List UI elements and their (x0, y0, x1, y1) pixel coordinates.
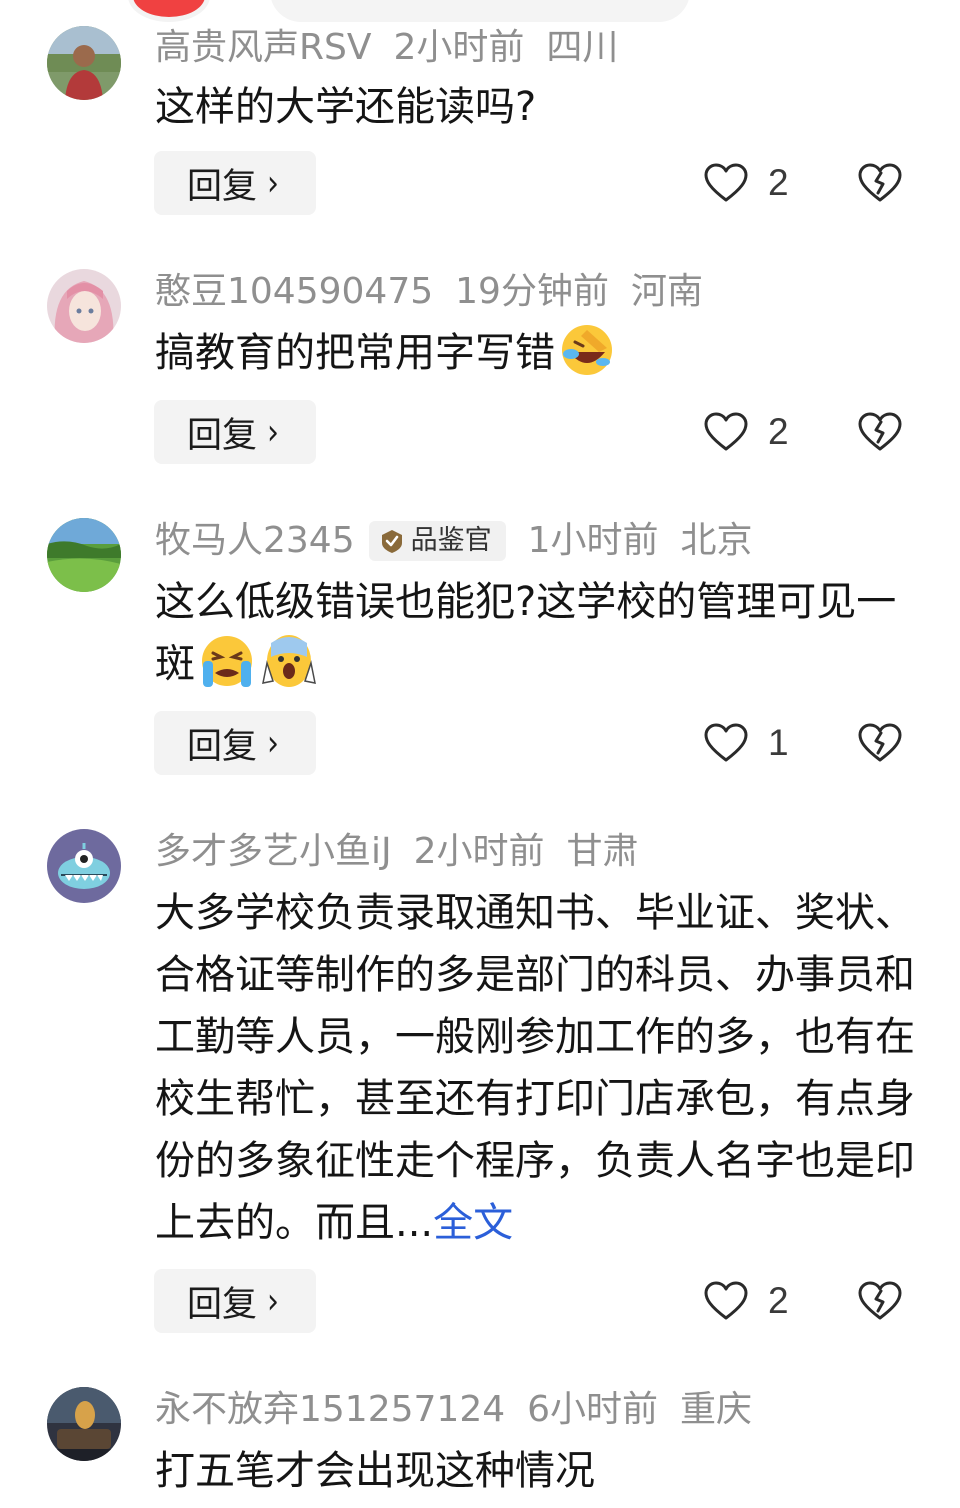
crying-emoji (197, 633, 257, 707)
like-count: 2 (768, 162, 789, 203)
heart-outline-icon (704, 163, 748, 202)
comment-text: 这么低级错误也能犯?这学校的管理可见一斑 (155, 571, 915, 707)
like-button[interactable]: 1 (704, 711, 789, 775)
broken-heart-icon (858, 163, 902, 202)
chevron-right-icon: › (267, 162, 279, 204)
avatar[interactable] (47, 518, 121, 592)
shocked-emoji (259, 633, 319, 707)
dislike-button[interactable] (858, 711, 902, 775)
comment-text: 这样的大学还能读吗? (155, 76, 915, 138)
reply-button[interactable]: 回复 › (154, 400, 316, 464)
avatar[interactable] (47, 829, 121, 903)
comment-time: 2小时前 (413, 831, 545, 872)
reply-button[interactable]: 回复 › (154, 151, 316, 215)
avatar[interactable] (47, 26, 121, 100)
comment-text: 大多学校负责录取通知书、毕业证、奖状、合格证等制作的多是部门的科员、办事员和工勤… (155, 882, 915, 1254)
heart-outline-icon (704, 1281, 748, 1320)
reply-label: 回复 (186, 415, 257, 456)
reply-label: 回复 (186, 166, 257, 207)
comment-meta: 多才多艺小鱼iJ 2小时前 甘肃 (155, 830, 639, 874)
username[interactable]: 永不放弃151257124 (155, 1388, 505, 1432)
username[interactable]: 高贵风声RSV (155, 26, 372, 70)
read-more-link[interactable]: 全文 (433, 1200, 513, 1246)
like-count: 2 (768, 411, 789, 452)
verified-badge-icon (381, 530, 402, 553)
comment-time: 1小时前 (527, 520, 659, 561)
reply-button[interactable]: 回复 › (154, 711, 316, 775)
comment-location: 四川 (546, 27, 619, 68)
like-count: 2 (768, 1280, 789, 1321)
comment-time: 2小时前 (393, 27, 525, 68)
comment-location: 甘肃 (566, 831, 639, 872)
comment-time: 6小时前 (527, 1389, 659, 1430)
username[interactable]: 憨豆104590475 (155, 270, 433, 314)
badge-label: 品鉴官 (410, 525, 492, 556)
broken-heart-icon (858, 412, 902, 451)
comment-body: 大多学校负责录取通知书、毕业证、奖状、合格证等制作的多是部门的科员、办事员和工勤… (155, 890, 915, 1246)
avatar[interactable] (47, 1387, 121, 1461)
comment-time: 19分钟前 (455, 271, 609, 312)
username[interactable]: 多才多艺小鱼iJ (155, 830, 392, 874)
comment-meta: 高贵风声RSV 2小时前 四川 (155, 26, 618, 70)
top-input-pill[interactable] (270, 0, 690, 22)
comment-body: 搞教育的把常用字写错 (155, 330, 555, 376)
broken-heart-icon (858, 1281, 902, 1320)
facepalm-laugh-emoji (557, 322, 617, 396)
comment-text: 打五笔才会出现这种情况 (155, 1440, 915, 1502)
chevron-right-icon: › (267, 411, 279, 453)
like-count: 1 (768, 722, 789, 763)
avatar[interactable] (47, 269, 121, 343)
title-badge[interactable]: 品鉴官 (368, 521, 506, 561)
like-button[interactable]: 2 (704, 151, 789, 215)
comment-meta: 永不放弃151257124 6小时前 重庆 (155, 1388, 752, 1432)
reply-label: 回复 (186, 1284, 257, 1325)
dislike-button[interactable] (858, 400, 902, 464)
comment-location: 重庆 (680, 1389, 753, 1430)
dislike-button[interactable] (858, 151, 902, 215)
comment-location: 河南 (630, 271, 703, 312)
chevron-right-icon: › (267, 1280, 279, 1322)
reply-button[interactable]: 回复 › (154, 1269, 316, 1333)
like-button[interactable]: 2 (704, 400, 789, 464)
comment-location: 北京 (680, 520, 753, 561)
like-button[interactable]: 2 (704, 1269, 789, 1333)
heart-outline-icon (704, 412, 748, 451)
comment-meta: 憨豆104590475 19分钟前 河南 (155, 270, 703, 314)
comment-body: 打五笔才会出现这种情况 (155, 1448, 595, 1494)
comment-meta: 牧马人2345 品鉴官 1小时前 北京 (155, 519, 753, 563)
broken-heart-icon (858, 723, 902, 762)
chevron-right-icon: › (267, 722, 279, 764)
top-red-button[interactable] (128, 0, 210, 22)
dislike-button[interactable] (858, 1269, 902, 1333)
username[interactable]: 牧马人2345 (155, 519, 355, 563)
comment-text: 搞教育的把常用字写错 (155, 322, 915, 396)
reply-label: 回复 (186, 726, 257, 767)
heart-outline-icon (704, 723, 748, 762)
comment-body: 这样的大学还能读吗? (155, 84, 537, 130)
